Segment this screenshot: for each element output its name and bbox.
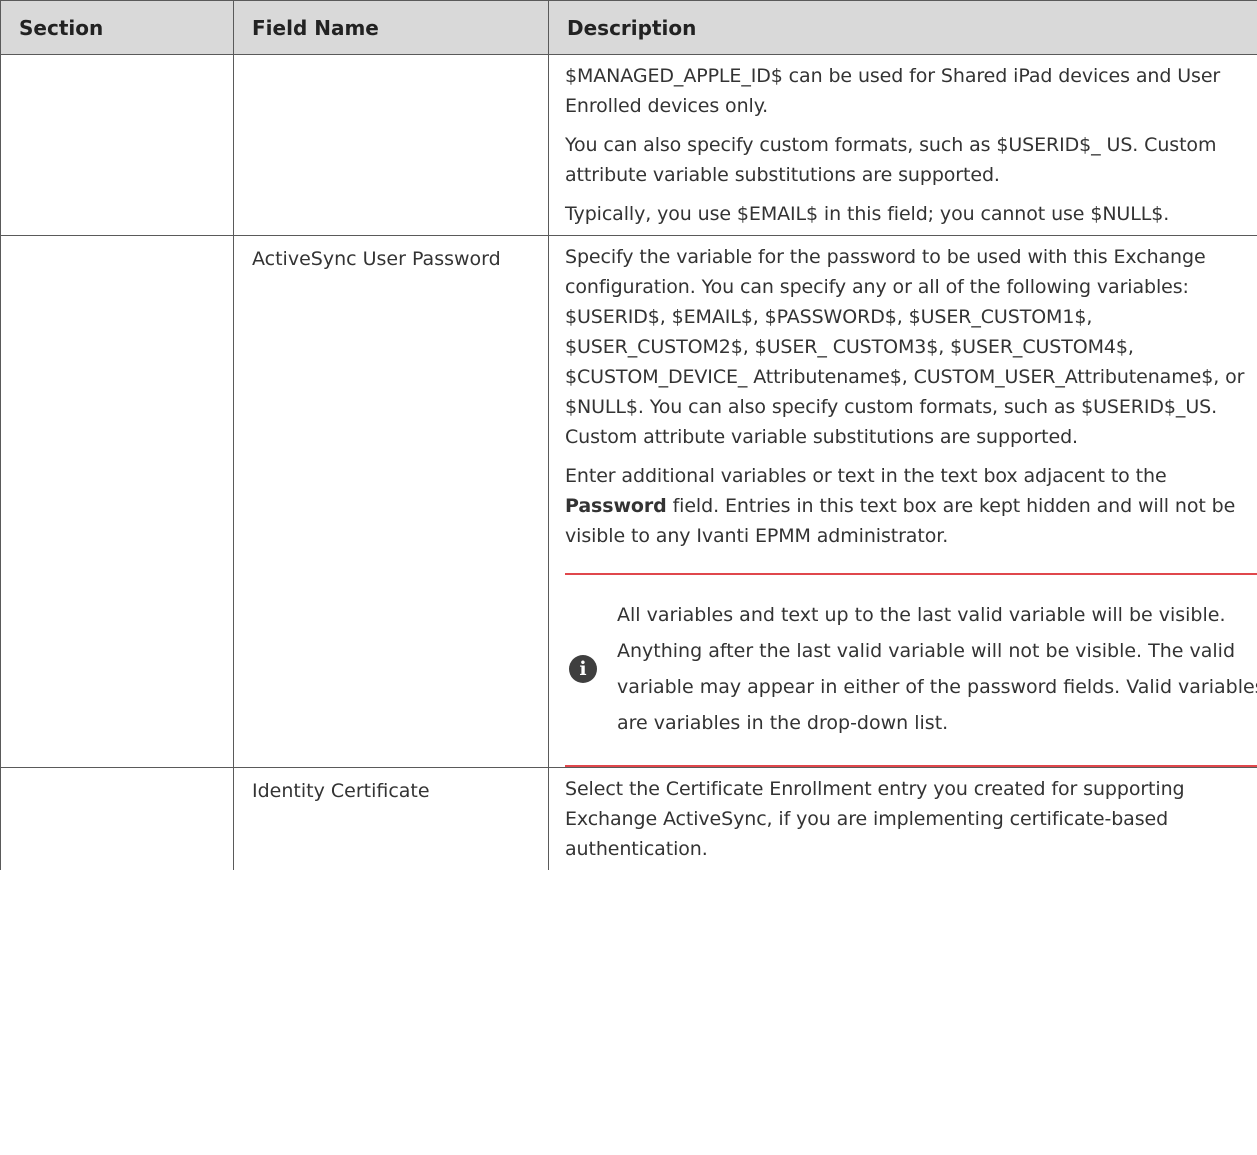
header-row: Section Field Name Description <box>0 0 1257 55</box>
table-row: $MANAGED_APPLE_ID$ can be used for Share… <box>0 54 1257 236</box>
description-paragraph: Specify the variable for the password to… <box>565 246 1245 448</box>
header-field-name: Field Name <box>233 0 549 55</box>
description-paragraph: You can also specify custom formats, suc… <box>565 134 1217 186</box>
table-row: ActiveSync User Password Specify the var… <box>0 235 1257 768</box>
description-paragraph: Enter additional variables or text in th… <box>565 461 1246 551</box>
description-cell: Select the Certificate Enrollment entry … <box>548 767 1257 870</box>
description-cell: $MANAGED_APPLE_ID$ can be used for Share… <box>548 54 1257 236</box>
header-section: Section <box>0 0 234 55</box>
table-row: Identity Certificate Select the Certific… <box>0 767 1257 870</box>
section-cell <box>0 235 234 768</box>
table-header: Section Field Name Description <box>0 0 1257 55</box>
header-description: Description <box>548 0 1257 55</box>
field-name-cell: ActiveSync User Password <box>233 235 549 768</box>
table-body: $MANAGED_APPLE_ID$ can be used for Share… <box>0 54 1257 870</box>
field-description-table: Section Field Name Description $MANAGED_… <box>0 0 1257 870</box>
info-icon: i <box>569 655 597 683</box>
description-paragraph: $MANAGED_APPLE_ID$ can be used for Share… <box>565 65 1221 117</box>
field-name-cell <box>233 54 549 236</box>
field-name-cell: Identity Certificate <box>233 767 549 870</box>
section-cell <box>0 767 234 870</box>
description-paragraph: Select the Certificate Enrollment entry … <box>565 778 1185 860</box>
description-paragraph: Typically, you use $EMAIL$ in this field… <box>565 203 1170 225</box>
password-field-reference: Password <box>565 495 667 517</box>
enter-text-before: Enter additional variables or text in th… <box>565 465 1167 487</box>
note-text: All variables and text up to the last va… <box>617 604 1257 734</box>
section-cell <box>0 54 234 236</box>
description-cell: Specify the variable for the password to… <box>548 235 1257 768</box>
note-box: i All variables and text up to the last … <box>565 573 1257 767</box>
